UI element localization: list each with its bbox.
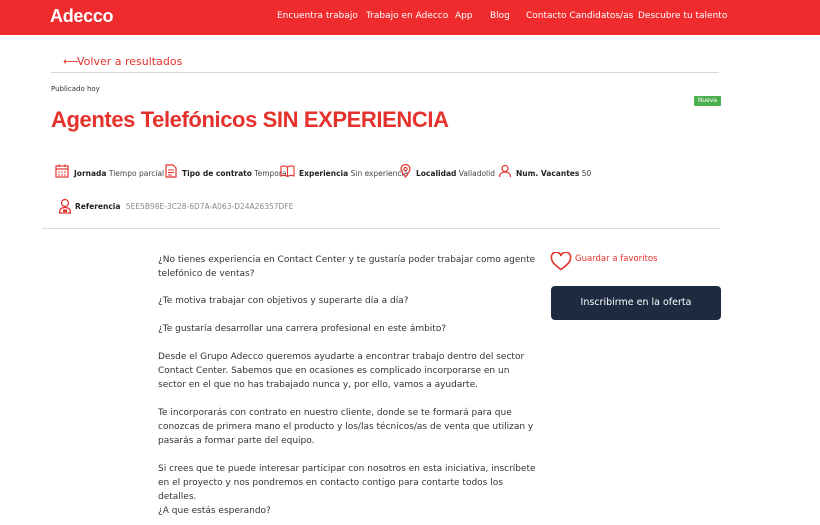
job-title: Agentes Telefónicos SIN EXPERIENCIA (51, 107, 449, 132)
meta-jornada: Jornada Tiempo parcial (74, 169, 164, 178)
meta-localidad: Localidad Valladolid (416, 169, 495, 178)
meta-vacantes-value: 50 (581, 169, 592, 178)
meta-vacantes-label: Num. Vacantes (516, 169, 580, 178)
divider (51, 72, 719, 73)
meta-jornada-label: Jornada (74, 169, 107, 178)
divider (42, 228, 720, 229)
book-icon (280, 165, 295, 177)
nav-contacto-candidatos[interactable]: Contacto Candidatos/as (526, 11, 633, 21)
save-favorites-link[interactable]: Guardar a favoritos (575, 254, 658, 264)
description-paragraph: ¿Te motiva trabajar con objetivos y supe… (158, 296, 409, 306)
document-icon (165, 164, 177, 178)
meta-experiencia-label: Experiencia (299, 169, 349, 178)
description-paragraph: Desde el Grupo Adecco queremos ayudarte … (158, 352, 525, 390)
nav-descubre-tu-talento[interactable]: Descubre tu talento (638, 11, 727, 21)
description-paragraph: Si crees que te puede interesar particip… (158, 464, 536, 502)
description-paragraph: ¿A que estás esperando? (158, 506, 271, 516)
meta-tipo-contrato: Tipo de contrato Temporal (182, 169, 289, 178)
meta-jornada-value: Tiempo parcial (108, 169, 165, 178)
nav-app[interactable]: App (455, 11, 473, 21)
description-paragraph: Te incorporarás con contrato en nuestro … (158, 408, 534, 446)
user-badge-icon (58, 198, 72, 214)
meta-referencia-label: Referencia (75, 202, 121, 211)
heart-icon[interactable] (550, 252, 572, 271)
back-link-label: Volver a resultados (77, 55, 183, 68)
nav-blog[interactable]: Blog (490, 11, 510, 21)
location-pin-icon (400, 164, 411, 178)
apply-button[interactable]: Inscribirme en la oferta (551, 286, 721, 320)
meta-experiencia: Experiencia Sin experiencia (299, 169, 408, 178)
meta-vacantes: Num. Vacantes 50 (516, 169, 591, 178)
meta-localidad-value: Valladolid (458, 169, 495, 178)
top-navbar: Adecco Encuentra trabajo Trabajo en Adec… (0, 0, 820, 35)
description-paragraph: ¿Te gustaría desarrollar una carrera pro… (158, 324, 447, 334)
nav-encuentra-trabajo[interactable]: Encuentra trabajo (277, 11, 358, 21)
description-paragraph: ¿No tienes experiencia en Contact Center… (158, 255, 536, 279)
adecco-logo[interactable]: Adecco (50, 6, 114, 27)
nav-trabajo-en-adecco[interactable]: Trabajo en Adecco (366, 11, 448, 21)
calendar-icon (55, 164, 69, 178)
meta-localidad-label: Localidad (416, 169, 457, 178)
meta-contrato-label: Tipo de contrato (182, 169, 252, 178)
new-badge: Nueva (694, 96, 721, 106)
person-icon (498, 164, 512, 178)
meta-referencia-value: 5EE5B98E-3C28-6D7A-A063-D24A26357DFE (125, 202, 294, 211)
meta-referencia: Referencia 5EE5B98E-3C28-6D7A-A063-D24A2… (75, 202, 293, 211)
published-date: Publicado hoy (51, 85, 100, 93)
